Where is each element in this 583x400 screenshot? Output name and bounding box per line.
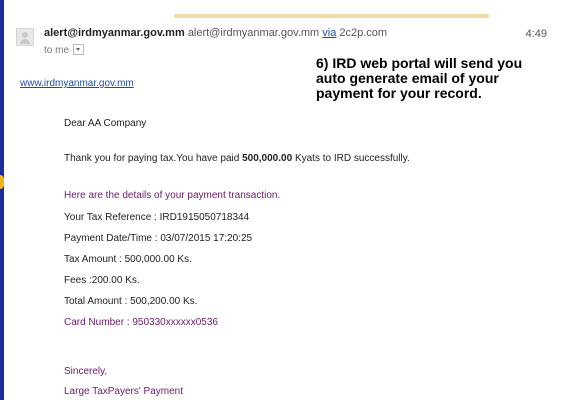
sender-name[interactable]: alert@irdmyanmar.gov.mm (44, 27, 185, 39)
site-link[interactable]: www.irdmyanmar.gov.mm (20, 78, 134, 89)
sender-address: alert@irdmyanmar.gov.mm (187, 27, 320, 39)
thanks-line: Thank you for paying tax.You have paid 5… (64, 153, 410, 164)
thanks-suffix: Kyats to IRD successfully. (294, 153, 410, 164)
recipient-line: to me (44, 44, 85, 57)
closing: Sincerely, (64, 366, 108, 377)
via-domain: 2c2p.com (339, 27, 388, 39)
email-frame: alert@irdmyanmar.gov.mm alert@irdmyanmar… (4, 0, 583, 400)
payment-datetime: Payment Date/Time : 03/07/2015 17:20:25 (64, 233, 253, 244)
tax-reference: Your Tax Reference : IRD1915050718344 (64, 212, 250, 223)
via-link[interactable]: via (322, 27, 336, 39)
greeting: Dear AA Company (64, 118, 147, 129)
tax-amount: Tax Amount : 500,000.00 Ks. (64, 254, 192, 265)
details-heading: Here are the details of your payment tra… (64, 190, 281, 201)
chevron-down-icon[interactable] (73, 44, 85, 55)
top-bar (174, 14, 489, 18)
total-amount: Total Amount : 500,200.00 Ks. (64, 296, 198, 307)
email-time: 4:49 (525, 28, 547, 40)
thanks-prefix: Thank you for paying tax.You have paid (64, 153, 240, 164)
card-number: Card Number : 950330xxxxxx0536 (64, 317, 218, 328)
sender-line: alert@irdmyanmar.gov.mm alert@irdmyanmar… (44, 27, 387, 39)
avatar[interactable] (16, 28, 34, 46)
annotation-text: 6) IRD web portal will send you auto gen… (316, 55, 523, 101)
to-me-label: to me (44, 45, 70, 57)
paid-amount: 500,000.00 (242, 153, 293, 164)
fees: Fees :200.00 Ks. (64, 275, 140, 286)
signature: Large TaxPayers' Payment (64, 386, 184, 397)
